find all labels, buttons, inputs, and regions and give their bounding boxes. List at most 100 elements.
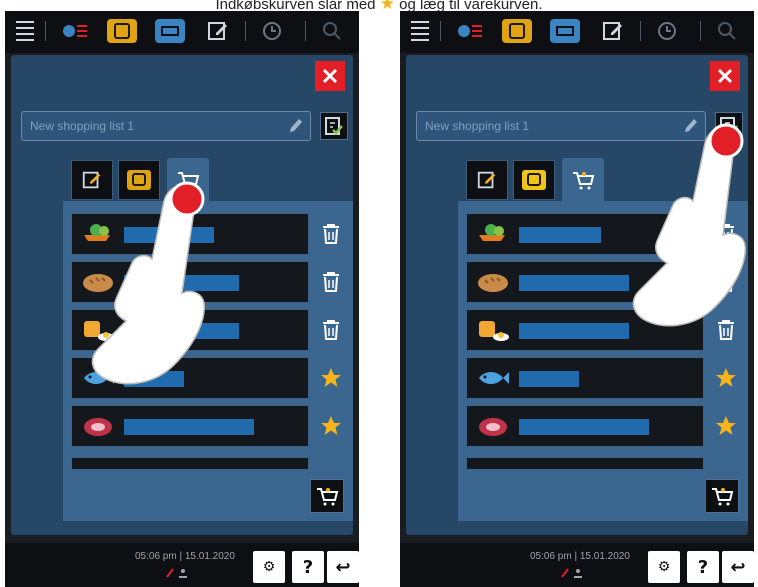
top-navigation-bar	[400, 11, 754, 53]
meat-icon	[479, 418, 507, 436]
divider	[245, 21, 246, 41]
settings-button[interactable]: ⚙	[648, 551, 680, 583]
list-item[interactable]	[71, 213, 309, 255]
star-icon: ★	[379, 0, 395, 13]
screen-left: New shopping list 1 05:06 pm | 15.01.202…	[5, 11, 359, 587]
tab-shopping-cart[interactable]	[167, 158, 209, 201]
clock-display: 05:06 pm | 15.01.2020	[530, 551, 630, 562]
list-item[interactable]	[466, 357, 704, 399]
list-item[interactable]	[466, 261, 704, 303]
programs-icon[interactable]	[548, 15, 582, 47]
shopping-cart-icon	[573, 171, 595, 189]
star-icon	[716, 368, 736, 387]
list-item[interactable]	[71, 261, 309, 303]
item-label	[519, 275, 629, 291]
delete-button[interactable]	[317, 313, 345, 347]
star-icon	[716, 416, 736, 435]
fish-icon	[479, 372, 509, 384]
list-item[interactable]	[71, 309, 309, 351]
add-to-cart-button[interactable]	[310, 479, 344, 513]
item-label	[519, 419, 649, 435]
vegetables-icon	[479, 224, 505, 241]
back-button[interactable]: ↩	[722, 551, 754, 583]
top-navigation-bar	[5, 11, 359, 53]
close-button[interactable]	[315, 61, 345, 91]
edit-icon	[82, 171, 101, 189]
search-icon[interactable]	[712, 15, 742, 47]
tab-recipes[interactable]	[513, 160, 555, 200]
back-button[interactable]: ↩	[327, 551, 359, 583]
help-button[interactable]: ?	[687, 551, 719, 583]
bread-icon	[83, 274, 113, 292]
cooking-modes-icon[interactable]	[57, 15, 91, 47]
programs-icon[interactable]	[153, 15, 187, 47]
trash-icon	[323, 272, 339, 292]
divider	[45, 21, 46, 41]
edit-icon	[477, 171, 496, 189]
tab-recipes[interactable]	[118, 160, 160, 200]
clock-icon[interactable]	[650, 15, 684, 47]
add-to-cart-button[interactable]	[705, 479, 739, 513]
edit-icon[interactable]	[596, 15, 630, 47]
menu-icon[interactable]	[13, 15, 37, 47]
vegetables-icon	[84, 224, 110, 241]
trash-icon	[718, 320, 734, 340]
meat-icon	[84, 418, 112, 436]
cooking-modes-icon[interactable]	[452, 15, 486, 47]
checklist-icon	[720, 117, 738, 135]
screen-right: New shopping list 1 05:06 pm | 15.01.202…	[400, 11, 754, 587]
list-name-input[interactable]: New shopping list 1	[21, 111, 311, 141]
trash-icon	[718, 224, 734, 244]
item-label	[519, 227, 601, 243]
clock-icon[interactable]	[255, 15, 289, 47]
list-item[interactable]	[466, 309, 704, 351]
item-label	[124, 227, 214, 243]
list-name-input[interactable]: New shopping list 1	[416, 111, 706, 141]
favorite-button[interactable]	[712, 361, 740, 395]
close-icon	[322, 68, 338, 84]
list-item[interactable]	[466, 457, 704, 469]
list-item[interactable]	[71, 405, 309, 447]
list-item[interactable]	[71, 357, 309, 399]
settings-button[interactable]: ⚙	[253, 551, 285, 583]
divider	[640, 21, 641, 41]
list-item[interactable]	[71, 457, 309, 469]
trash-icon	[323, 320, 339, 340]
tab-edit[interactable]	[71, 160, 113, 200]
bread-icon	[478, 274, 508, 292]
item-label	[124, 371, 184, 387]
delete-button[interactable]	[317, 217, 345, 251]
edit-icon[interactable]	[201, 15, 235, 47]
pencil-icon	[685, 119, 697, 132]
star-icon	[321, 368, 341, 387]
intelligent-cooking-icon[interactable]	[105, 15, 139, 47]
confirm-button[interactable]	[320, 112, 348, 140]
item-label	[519, 323, 629, 339]
status-icons	[561, 568, 582, 578]
list-item[interactable]	[466, 213, 704, 255]
tab-edit[interactable]	[466, 160, 508, 200]
favorite-button[interactable]	[317, 409, 345, 443]
close-button[interactable]	[710, 61, 740, 91]
delete-button[interactable]	[712, 313, 740, 347]
help-button[interactable]: ?	[292, 551, 324, 583]
checklist-icon	[325, 117, 343, 135]
favorite-button[interactable]	[712, 409, 740, 443]
item-label	[124, 323, 239, 339]
menu-icon[interactable]	[408, 15, 432, 47]
trash-icon	[718, 272, 734, 292]
delete-button[interactable]	[712, 217, 740, 251]
delete-button[interactable]	[317, 265, 345, 299]
delete-button[interactable]	[712, 265, 740, 299]
search-icon[interactable]	[317, 15, 347, 47]
fish-icon	[84, 372, 114, 384]
favorite-button[interactable]	[317, 361, 345, 395]
intelligent-cooking-icon[interactable]	[500, 15, 534, 47]
list-item[interactable]	[466, 405, 704, 447]
recipe-icon	[522, 170, 546, 190]
confirm-button[interactable]	[715, 112, 743, 140]
status-icons	[166, 568, 187, 578]
pencil-icon	[290, 119, 302, 132]
tab-shopping-cart[interactable]	[562, 158, 604, 201]
dessert-icon	[479, 321, 509, 341]
